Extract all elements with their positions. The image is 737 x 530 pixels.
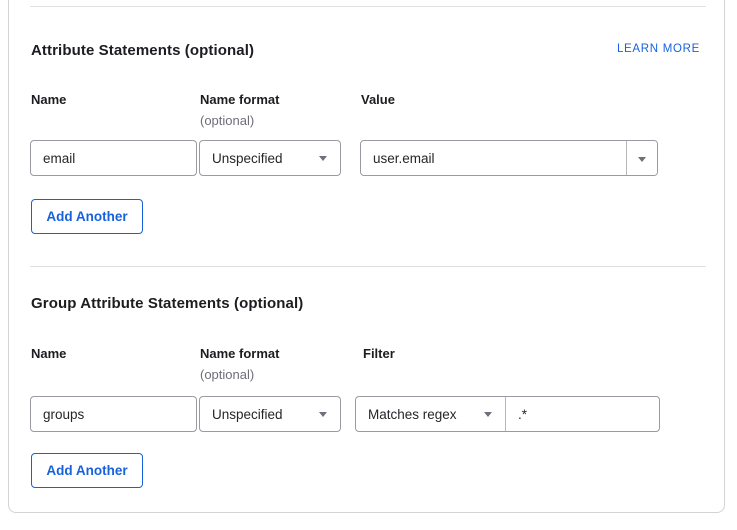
learn-more-link[interactable]: LEARN MORE (617, 43, 700, 55)
chevron-down-icon (319, 412, 327, 417)
name-format-column-label: Name format (200, 92, 279, 107)
attribute-value-input[interactable] (361, 141, 626, 175)
section-divider (30, 6, 706, 7)
group-name-input[interactable] (30, 396, 197, 432)
chevron-down-icon (638, 157, 646, 162)
chevron-down-icon (319, 156, 327, 161)
name-format-select[interactable]: Unspecified (199, 140, 341, 176)
group-name-format-selected-value: Unspecified (212, 407, 283, 422)
name-format-column-label: Name format (200, 346, 279, 361)
name-format-optional-note: (optional) (200, 367, 254, 382)
attribute-value-dropdown-button[interactable] (626, 141, 657, 175)
group-name-format-select[interactable]: Unspecified (199, 396, 341, 432)
attribute-value-combo (360, 140, 658, 176)
attribute-name-input[interactable] (30, 140, 197, 176)
group-filter-type-selected-value: Matches regex (368, 407, 457, 422)
group-filter-combo: Matches regex (355, 396, 660, 432)
name-column-label: Name (31, 92, 66, 107)
group-filter-value-input[interactable] (506, 397, 659, 431)
add-attribute-button[interactable]: Add Another (31, 199, 143, 234)
add-group-attribute-button[interactable]: Add Another (31, 453, 143, 488)
name-format-selected-value: Unspecified (212, 151, 283, 166)
card-panel (8, 0, 725, 513)
group-filter-type-select[interactable]: Matches regex (356, 397, 506, 431)
value-column-label: Value (361, 92, 395, 107)
name-column-label: Name (31, 346, 66, 361)
filter-column-label: Filter (363, 346, 395, 361)
chevron-down-icon (484, 412, 492, 417)
name-format-optional-note: (optional) (200, 113, 254, 128)
section-divider (30, 266, 706, 267)
group-attribute-statements-heading: Group Attribute Statements (optional) (31, 295, 303, 312)
attribute-statements-heading: Attribute Statements (optional) (31, 42, 254, 59)
